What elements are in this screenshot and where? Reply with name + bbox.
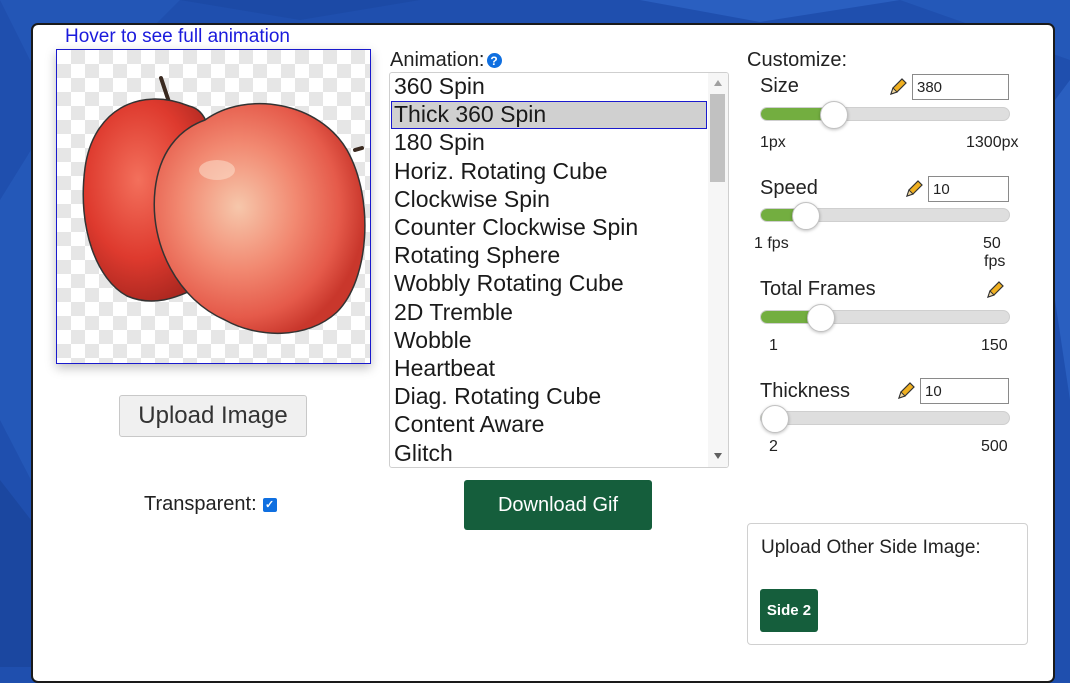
frames-label: Total Frames bbox=[760, 278, 876, 300]
speed-slider[interactable] bbox=[760, 202, 1010, 230]
animation-option[interactable]: 360 Spin bbox=[391, 73, 707, 101]
frames-slider[interactable] bbox=[760, 304, 1010, 332]
animation-label: Animation: ? bbox=[390, 49, 502, 72]
side-2-button[interactable]: Side 2 bbox=[760, 589, 818, 632]
thickness-label: Thickness bbox=[760, 380, 851, 402]
speed-max-unit: fps bbox=[984, 253, 1006, 270]
pencil-icon[interactable] bbox=[887, 76, 909, 98]
upload-image-button[interactable]: Upload Image bbox=[119, 395, 307, 437]
animation-option[interactable]: Thick 360 Spin bbox=[391, 101, 707, 130]
hover-hint: Hover to see full animation bbox=[65, 26, 290, 47]
animation-option[interactable]: Glitch bbox=[391, 440, 707, 467]
animation-option[interactable]: Wobbly Rotating Cube bbox=[391, 270, 707, 298]
animation-option[interactable]: Rotating Sphere bbox=[391, 242, 707, 270]
animation-option[interactable]: Diag. Rotating Cube bbox=[391, 383, 707, 411]
scroll-down-icon[interactable] bbox=[714, 453, 722, 459]
size-label: Size bbox=[760, 75, 799, 97]
thickness-min-label: 2 bbox=[769, 438, 778, 455]
transparent-label: Transparent: bbox=[144, 493, 257, 515]
pencil-icon[interactable] bbox=[903, 178, 925, 200]
frames-min-label: 1 bbox=[769, 337, 778, 354]
download-gif-button[interactable]: Download Gif bbox=[464, 480, 652, 530]
animation-option[interactable]: Counter Clockwise Spin bbox=[391, 214, 707, 242]
animation-list[interactable]: 360 Spin Thick 360 Spin 180 Spin Horiz. Rot… bbox=[389, 72, 729, 468]
size-max-label: 1300px bbox=[966, 134, 1019, 151]
speed-min-label: 1 fps bbox=[754, 235, 789, 252]
speed-input[interactable] bbox=[928, 176, 1009, 202]
speed-max-label: 50 bbox=[983, 235, 1001, 252]
animation-option[interactable]: 2D Tremble bbox=[391, 299, 707, 327]
pencil-icon[interactable] bbox=[984, 279, 1006, 301]
size-slider-thumb[interactable] bbox=[819, 101, 848, 129]
frames-max-label: 150 bbox=[981, 337, 1008, 354]
animation-option[interactable]: Wobble bbox=[391, 327, 707, 355]
scroll-thumb[interactable] bbox=[710, 94, 725, 182]
list-scrollbar[interactable] bbox=[708, 73, 728, 467]
transparent-option: Transparent: ✓ bbox=[144, 493, 277, 516]
speed-slider-thumb[interactable] bbox=[792, 202, 820, 230]
size-input[interactable] bbox=[912, 74, 1009, 100]
size-min-label: 1px bbox=[760, 134, 786, 151]
frames-slider-thumb[interactable] bbox=[807, 304, 835, 332]
speed-label: Speed bbox=[760, 177, 818, 199]
preview-area[interactable] bbox=[56, 49, 371, 364]
transparent-checkbox[interactable]: ✓ bbox=[262, 497, 277, 512]
thickness-slider-thumb[interactable] bbox=[761, 405, 789, 433]
thickness-max-label: 500 bbox=[981, 438, 1008, 455]
animation-option[interactable]: Heartbeat bbox=[391, 355, 707, 383]
side-image-box: Upload Other Side Image: Side 2 bbox=[747, 523, 1028, 645]
apple-image bbox=[82, 76, 366, 334]
animation-option[interactable]: Content Aware bbox=[391, 411, 707, 439]
scroll-up-icon[interactable] bbox=[714, 80, 722, 86]
thickness-input[interactable] bbox=[920, 378, 1009, 404]
pencil-icon[interactable] bbox=[895, 380, 917, 402]
main-panel: Hover to see full animation Upload Image… bbox=[31, 23, 1055, 683]
animation-option[interactable]: 180 Spin bbox=[391, 129, 707, 157]
question-circle-icon[interactable]: ? bbox=[486, 53, 502, 68]
animation-option[interactable]: Clockwise Spin bbox=[391, 186, 707, 214]
size-slider[interactable] bbox=[760, 101, 1010, 129]
customize-label: Customize: bbox=[747, 49, 848, 71]
side-image-label: Upload Other Side Image: bbox=[761, 537, 981, 558]
thickness-slider[interactable] bbox=[760, 405, 1010, 433]
animation-option[interactable]: Horiz. Rotating Cube bbox=[391, 158, 707, 186]
